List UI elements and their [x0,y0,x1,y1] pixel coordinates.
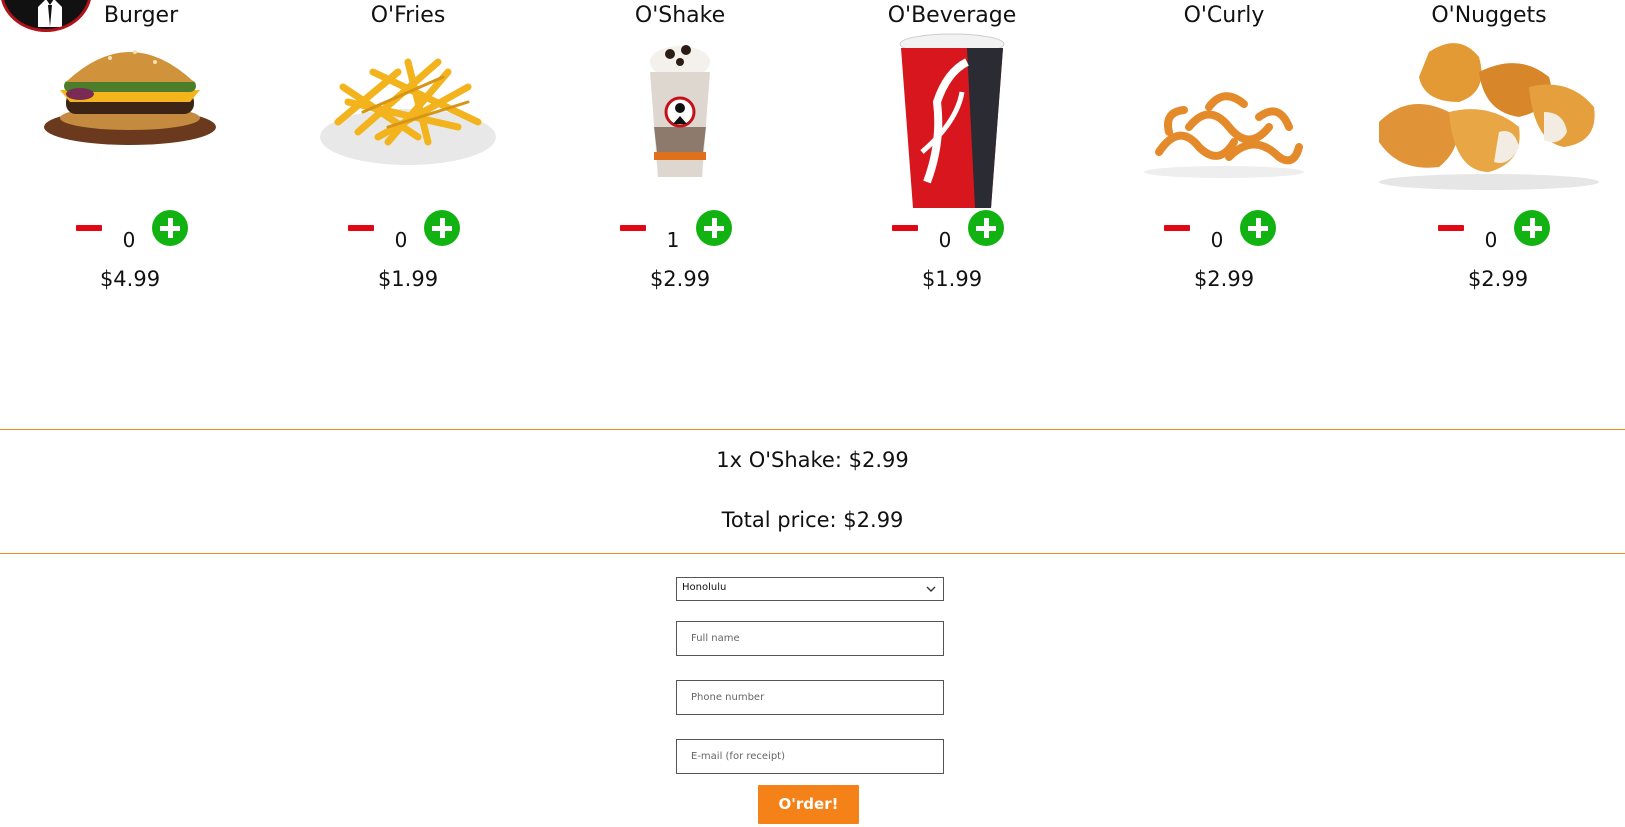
increase-quantity-button[interactable] [424,210,460,246]
burger-image [0,32,272,207]
location-selected-value: Honolulu [682,582,727,593]
quantity-value: 0 [394,228,408,252]
increase-quantity-button[interactable] [1514,210,1550,246]
item-name: O'Fries [370,3,446,28]
menu-grid: Burger 0 $4.99 O'Fries 0 $1.99 O'Shake 1… [0,0,1625,300]
item-price: $2.99 [1467,267,1529,291]
item-name: O'Shake [634,3,726,28]
phone-number-field[interactable]: Phone number [676,680,944,715]
email-field[interactable]: E-mail (for receipt) [676,739,944,774]
decrease-quantity-button[interactable] [76,225,102,231]
increase-quantity-button[interactable] [152,210,188,246]
phone-number-placeholder: Phone number [691,692,765,703]
suit-icon [38,0,62,27]
quantity-value: 0 [1210,228,1224,252]
total-price: Total price: $2.99 [721,508,904,532]
quantity-value: 0 [122,228,136,252]
increase-quantity-button[interactable] [968,210,1004,246]
curly-fries-image [1088,32,1360,207]
item-price: $2.99 [649,267,711,291]
menu-item-fries: O'Fries 0 $1.99 [272,0,544,300]
item-price: $1.99 [921,267,983,291]
full-name-placeholder: Full name [691,633,740,644]
location-select[interactable]: Honolulu [676,577,944,601]
email-placeholder: E-mail (for receipt) [691,751,786,762]
item-price: $2.99 [1193,267,1255,291]
decrease-quantity-button[interactable] [620,225,646,231]
menu-item-nuggets: O'Nuggets 0 $2.99 [1353,0,1625,300]
full-name-field[interactable]: Full name [676,621,944,656]
decrease-quantity-button[interactable] [348,225,374,231]
menu-item-curly: O'Curly 0 $2.99 [1088,0,1360,300]
quantity-value: 0 [938,228,952,252]
menu-item-burger: Burger 0 $4.99 [0,0,272,300]
fries-image [272,32,544,207]
item-name: O'Nuggets [1431,3,1547,28]
item-name: O'Beverage [887,3,1017,28]
quantity-value: 0 [1484,228,1498,252]
menu-item-beverage: O'Beverage 0 $1.99 [816,0,1088,300]
item-name: O'Curly [1183,3,1265,28]
chevron-down-icon [926,586,936,592]
item-price: $1.99 [377,267,439,291]
order-summary: 1x O'Shake: $2.99 Total price: $2.99 [0,429,1625,554]
menu-item-shake: O'Shake 1 $2.99 [544,0,816,300]
decrease-quantity-button[interactable] [892,225,918,231]
increase-quantity-button[interactable] [1240,210,1276,246]
shake-image [544,32,816,207]
item-price: $4.99 [99,267,161,291]
quantity-value: 1 [666,228,680,252]
increase-quantity-button[interactable] [696,210,732,246]
order-line: 1x O'Shake: $2.99 [716,448,909,472]
decrease-quantity-button[interactable] [1164,225,1190,231]
order-button[interactable]: O'rder! [758,785,859,824]
nuggets-image [1353,32,1625,207]
decrease-quantity-button[interactable] [1438,225,1464,231]
soda-cup-image [816,32,1088,208]
